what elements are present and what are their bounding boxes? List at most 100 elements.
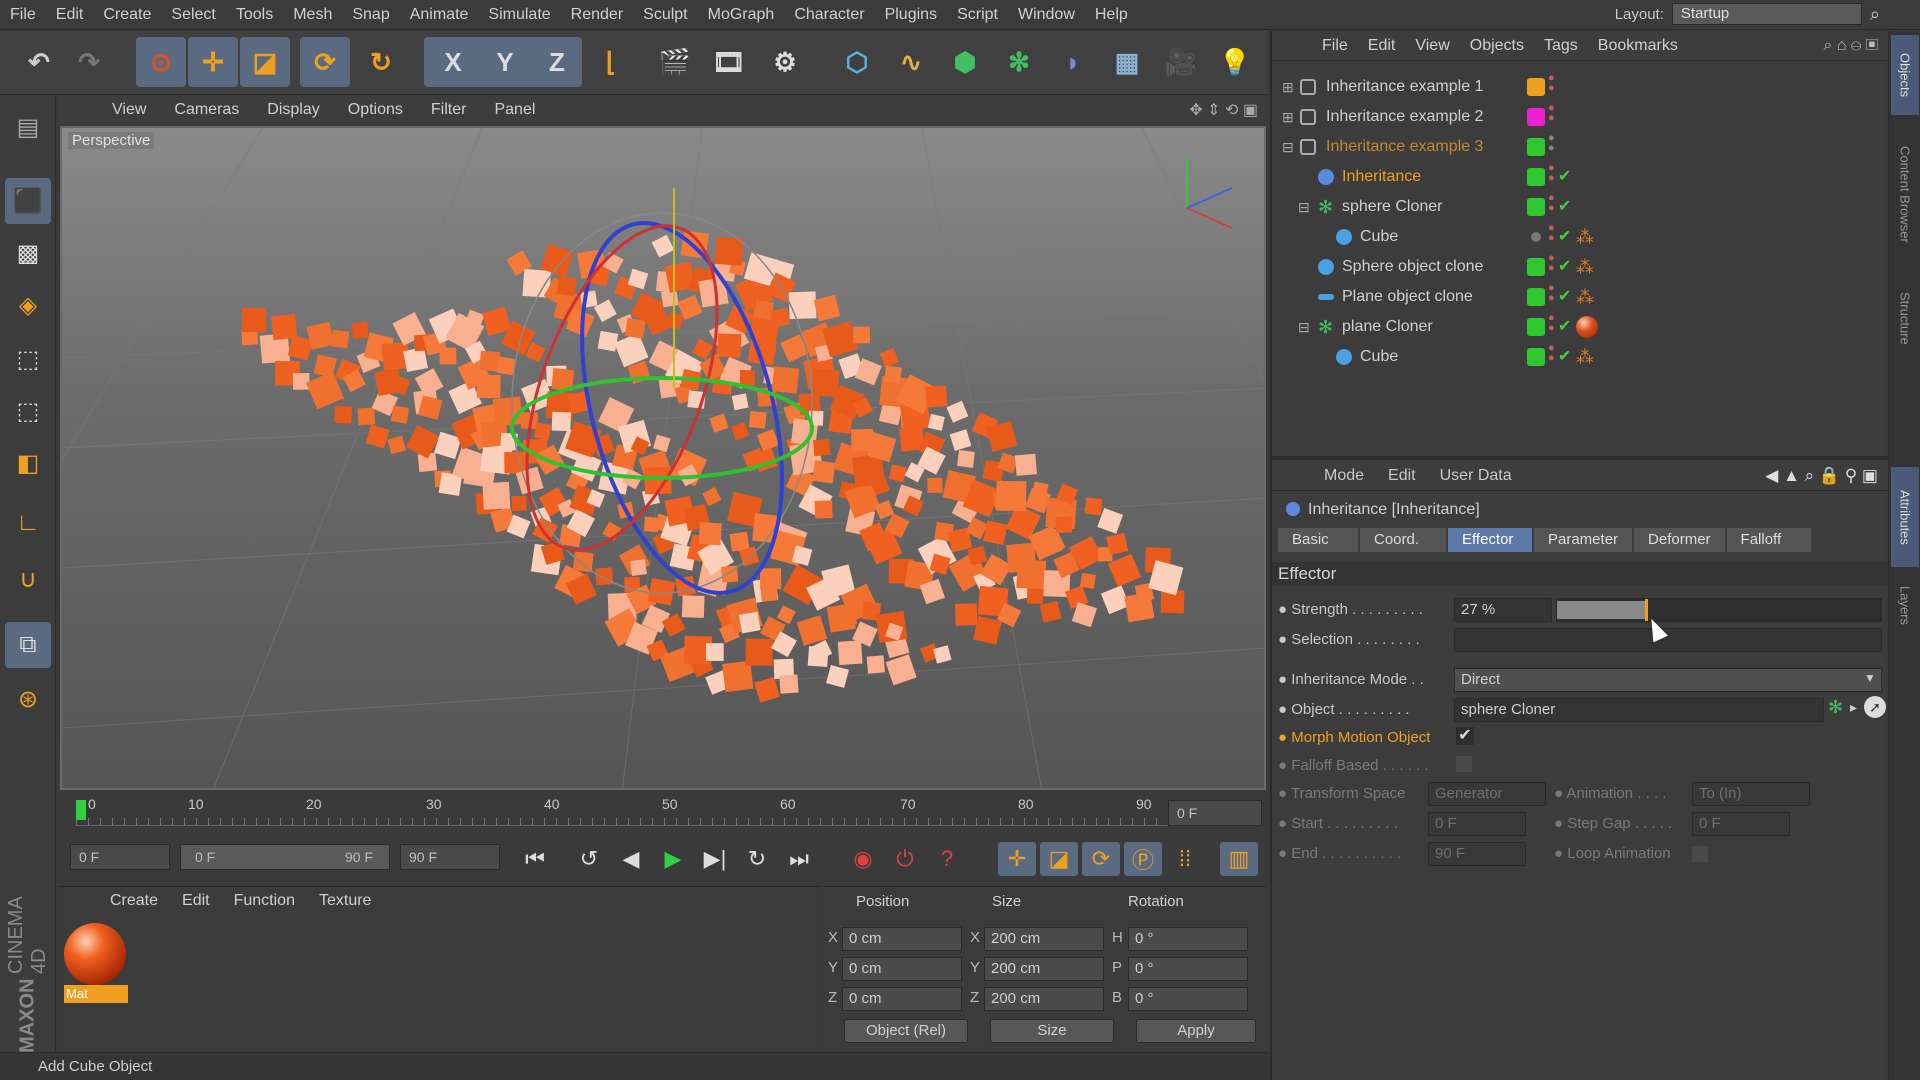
- tab-effector[interactable]: Effector: [1448, 528, 1532, 552]
- material-menu-texture[interactable]: Texture: [307, 892, 383, 910]
- phong-tag-icon[interactable]: ⁂: [1576, 253, 1594, 281]
- object-row[interactable]: Cube ● ● ✔ ⁂: [1272, 223, 1888, 251]
- strength-field[interactable]: 27 %: [1454, 598, 1552, 622]
- y-axis-icon[interactable]: Y: [480, 37, 530, 87]
- objects-menu-file[interactable]: File: [1312, 37, 1358, 55]
- key-point-level-icon[interactable]: ⁞⁞: [1166, 842, 1204, 876]
- deformer-icon[interactable]: ◗: [1048, 37, 1098, 87]
- locked-workplane-icon[interactable]: ⊛: [5, 676, 51, 722]
- menu-help[interactable]: Help: [1085, 6, 1138, 24]
- timeline[interactable]: 0 10 20 30 40 50 60 70 80 90 0 F: [58, 792, 1266, 832]
- visibility-dots-icon[interactable]: ● ●: [1548, 193, 1555, 214]
- step-forward-icon[interactable]: ▶|: [696, 842, 734, 876]
- viewport-nav-icons[interactable]: ✥ ⇕ ⟲ ▣: [1189, 100, 1258, 120]
- menu-character[interactable]: Character: [784, 6, 874, 24]
- falloff-based-checkbox[interactable]: [1456, 756, 1472, 772]
- visibility-dots-icon[interactable]: ● ●: [1548, 313, 1555, 334]
- menu-mesh[interactable]: Mesh: [283, 6, 342, 24]
- menu-select[interactable]: Select: [161, 6, 225, 24]
- layout-dropdown[interactable]: Startup: [1671, 3, 1862, 25]
- layer-color-swatch[interactable]: [1527, 138, 1545, 156]
- material-menu-edit[interactable]: Edit: [170, 892, 222, 910]
- phong-tag-icon[interactable]: ⁂: [1576, 343, 1594, 371]
- menu-file[interactable]: File: [0, 6, 46, 24]
- objects-menu-tags[interactable]: Tags: [1534, 37, 1588, 55]
- key-parameter-icon[interactable]: Ⓟ: [1124, 842, 1162, 876]
- objects-menu-edit[interactable]: Edit: [1358, 37, 1406, 55]
- size-y-field[interactable]: 200 cm: [984, 957, 1104, 981]
- strength-slider-knob[interactable]: [1645, 599, 1648, 621]
- recent-tool-icon[interactable]: ↻: [356, 37, 406, 87]
- menu-animate[interactable]: Animate: [400, 6, 479, 24]
- expand-icon[interactable]: ⊞: [1282, 103, 1294, 131]
- live-select-icon[interactable]: ⊙: [136, 37, 186, 87]
- tab-parameter[interactable]: Parameter: [1534, 528, 1633, 552]
- start-frame-field[interactable]: 0 F: [70, 844, 170, 870]
- x-axis-icon[interactable]: X: [428, 37, 478, 87]
- size-z-field[interactable]: 200 cm: [984, 987, 1104, 1011]
- tweak-mode-icon[interactable]: ∪: [5, 556, 51, 602]
- tab-deformer[interactable]: Deformer: [1634, 528, 1725, 552]
- object-link-field[interactable]: sphere Cloner: [1454, 698, 1824, 722]
- model-mode-icon[interactable]: ⬛: [5, 178, 51, 224]
- playhead-marker[interactable]: [76, 800, 86, 820]
- texture-mode-icon[interactable]: ▩: [5, 230, 51, 276]
- viewport[interactable]: Perspective: [60, 126, 1266, 790]
- light-icon[interactable]: 💡: [1210, 37, 1260, 87]
- edges-mode-icon[interactable]: ⬚: [5, 388, 51, 434]
- layer-color-swatch[interactable]: [1531, 232, 1541, 242]
- menu-create[interactable]: Create: [93, 6, 161, 24]
- enabled-check-icon[interactable]: ✔: [1558, 223, 1571, 251]
- scale-icon[interactable]: ◪: [240, 37, 290, 87]
- search-icon[interactable]: ⌕: [1870, 4, 1880, 25]
- tab-coord[interactable]: Coord.: [1360, 528, 1446, 552]
- object-row[interactable]: Cube ● ● ✔ ⁂: [1272, 343, 1888, 371]
- go-to-start-icon[interactable]: ⏮: [516, 842, 554, 876]
- workplane-mode-icon[interactable]: ◈: [5, 282, 51, 328]
- phong-tag-icon[interactable]: ⁂: [1576, 283, 1594, 311]
- viewport-menu-display[interactable]: Display: [253, 101, 333, 119]
- expand-icon[interactable]: ⊞: [1282, 73, 1294, 101]
- floor-icon[interactable]: ▦: [1102, 37, 1152, 87]
- key-rotation-icon[interactable]: ⟳: [1082, 842, 1120, 876]
- menu-simulate[interactable]: Simulate: [478, 6, 560, 24]
- camera-icon[interactable]: 🎥: [1156, 37, 1206, 87]
- timeline-window-icon[interactable]: ▥: [1220, 842, 1258, 876]
- step-back-icon[interactable]: ◀: [612, 842, 650, 876]
- menu-script[interactable]: Script: [947, 6, 1008, 24]
- material-tag-icon[interactable]: [1576, 316, 1598, 338]
- viewport-menu-cameras[interactable]: Cameras: [160, 101, 253, 119]
- z-axis-icon[interactable]: Z: [532, 37, 582, 87]
- rot-p-field[interactable]: 0 °: [1128, 957, 1248, 981]
- cloner-icon[interactable]: ✻: [994, 37, 1044, 87]
- layer-color-swatch[interactable]: [1527, 318, 1545, 336]
- attributes-menu-user-data[interactable]: User Data: [1428, 467, 1524, 485]
- object-row[interactable]: Inheritance ● ● ✔: [1272, 163, 1888, 191]
- object-manager-tools-icons[interactable]: ⌕ ⌂ ⊖ ▣: [1823, 37, 1878, 55]
- keyframe-selection-icon[interactable]: ?: [928, 842, 966, 876]
- tab-objects[interactable]: Objects: [1891, 35, 1919, 115]
- tab-attributes[interactable]: Attributes: [1891, 467, 1919, 567]
- rot-h-field[interactable]: 0 °: [1128, 927, 1248, 951]
- object-row[interactable]: ⊞ Inheritance example 1 ● ●: [1272, 73, 1888, 101]
- pick-object-icon[interactable]: ➚: [1864, 696, 1886, 718]
- viewport-menu-options[interactable]: Options: [334, 101, 417, 119]
- subdivision-surface-icon[interactable]: ⬢: [940, 37, 990, 87]
- axis-mode-icon[interactable]: ∟: [5, 500, 51, 546]
- selection-field[interactable]: [1454, 628, 1882, 652]
- layer-color-swatch[interactable]: [1527, 348, 1545, 366]
- start-field[interactable]: 0 F: [1428, 812, 1526, 836]
- enabled-check-icon[interactable]: ✔: [1558, 253, 1571, 281]
- tab-falloff[interactable]: Falloff: [1726, 528, 1811, 552]
- tab-structure[interactable]: Structure: [1891, 273, 1919, 363]
- key-position-icon[interactable]: ✛: [998, 842, 1036, 876]
- end-frame-field[interactable]: 90 F: [400, 844, 500, 870]
- end-field[interactable]: 90 F: [1428, 842, 1526, 866]
- object-row[interactable]: ⊞ Inheritance example 2 ● ●: [1272, 103, 1888, 131]
- layer-color-swatch[interactable]: [1527, 258, 1545, 276]
- object-row[interactable]: ⊟ ✻ sphere Cloner ● ● ✔: [1272, 193, 1888, 221]
- render-picture-viewer-icon[interactable]: 🎞: [704, 37, 754, 87]
- menu-tools[interactable]: Tools: [226, 6, 283, 24]
- cube-icon[interactable]: ⬡: [832, 37, 882, 87]
- enabled-check-icon[interactable]: ✔: [1558, 193, 1571, 221]
